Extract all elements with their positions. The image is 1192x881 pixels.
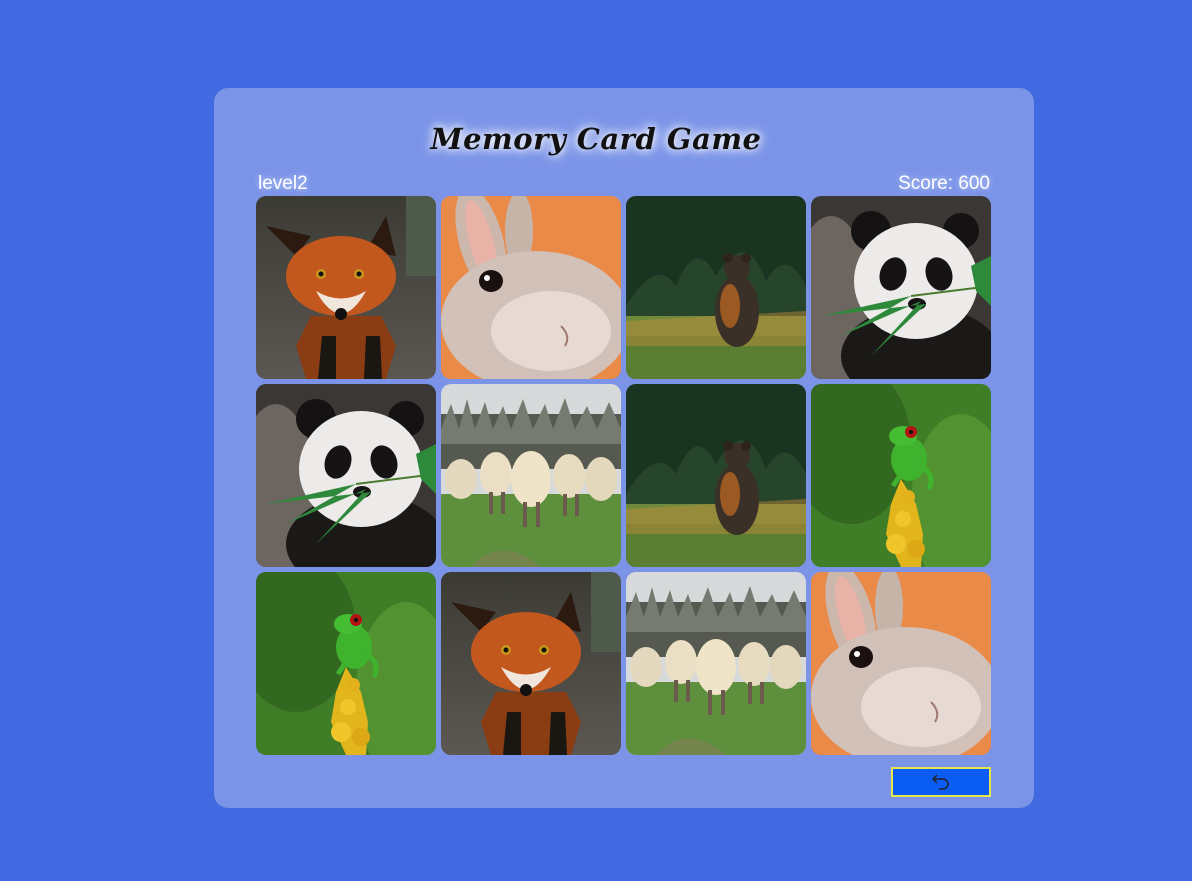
frog-image <box>811 384 991 567</box>
card-sheep[interactable] <box>441 384 621 567</box>
card-frog[interactable] <box>256 572 436 755</box>
level-label: level2 <box>258 173 308 194</box>
card-rabbit[interactable] <box>441 196 621 379</box>
back-button[interactable] <box>891 767 991 797</box>
card-panda[interactable] <box>256 384 436 567</box>
rabbit-image <box>811 572 991 755</box>
card-bear[interactable] <box>626 196 806 379</box>
card-grid <box>256 196 991 755</box>
score-label: Score: 600 <box>898 173 990 194</box>
sheep-image <box>441 384 621 567</box>
fox-image <box>441 572 621 755</box>
card-frog[interactable] <box>811 384 991 567</box>
sheep-image <box>626 572 806 755</box>
card-fox[interactable] <box>256 196 436 379</box>
card-fox[interactable] <box>441 572 621 755</box>
frog-image <box>256 572 436 755</box>
card-sheep[interactable] <box>626 572 806 755</box>
bear-image <box>626 384 806 567</box>
bear-image <box>626 196 806 379</box>
card-bear[interactable] <box>626 384 806 567</box>
fox-image <box>256 196 436 379</box>
panda-image <box>256 384 436 567</box>
card-panda[interactable] <box>811 196 991 379</box>
rabbit-image <box>441 196 621 379</box>
undo-arrow-icon <box>932 774 949 790</box>
game-title: Memory Card Game <box>430 122 762 156</box>
panda-image <box>811 196 991 379</box>
card-rabbit[interactable] <box>811 572 991 755</box>
